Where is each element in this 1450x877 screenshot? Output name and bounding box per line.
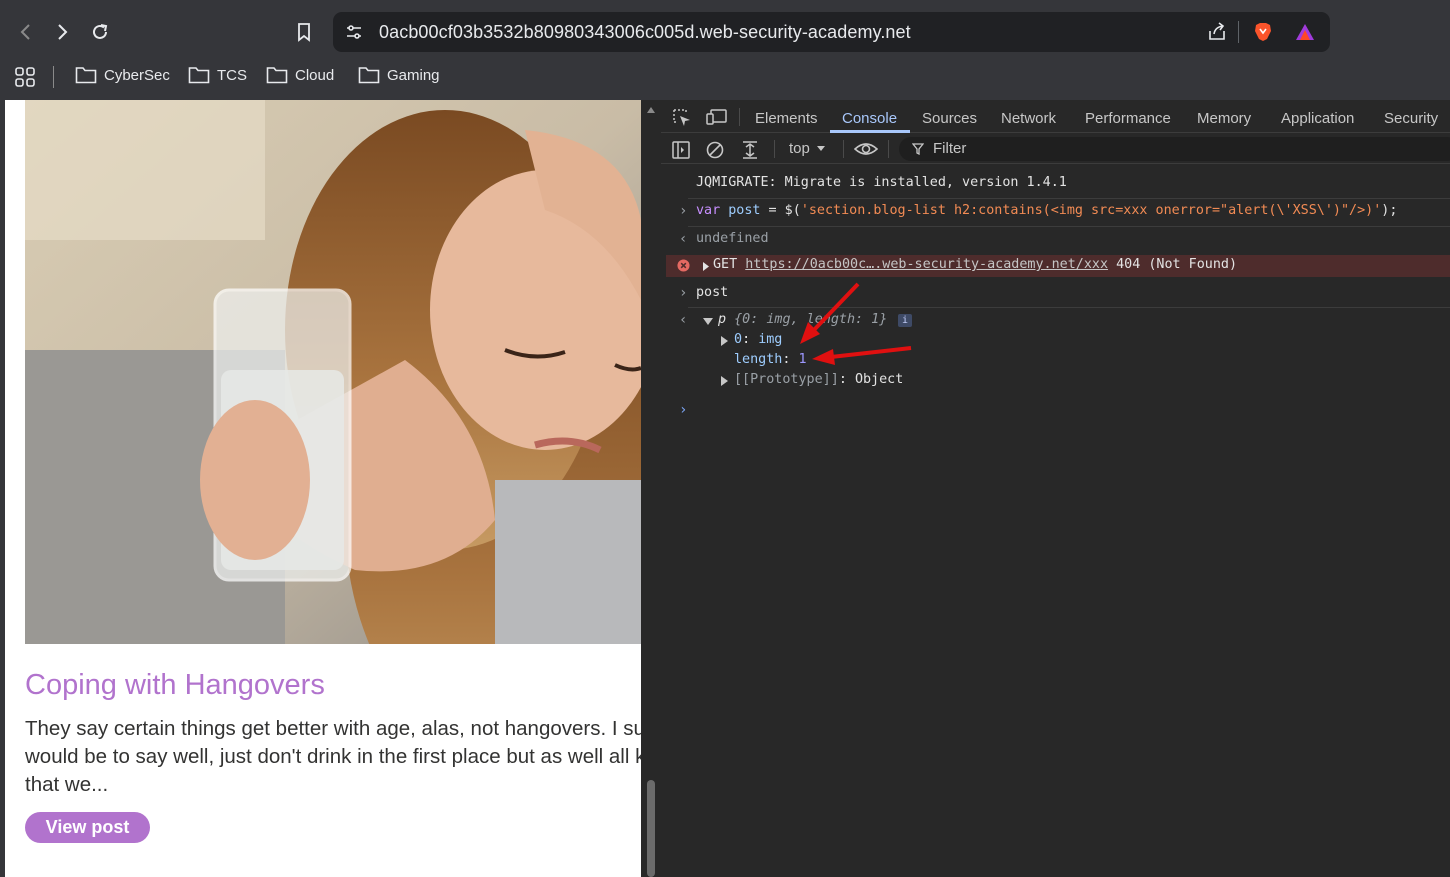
folder-icon bbox=[266, 67, 288, 84]
bookmark-label: TCS bbox=[217, 66, 247, 84]
apps-grid-icon bbox=[15, 67, 35, 87]
post-summary-line: They say certain things get better with … bbox=[25, 717, 641, 740]
scrollbar-thumb[interactable] bbox=[647, 780, 655, 877]
forward-button[interactable] bbox=[48, 18, 76, 46]
post-image bbox=[25, 100, 641, 644]
chevron-left-icon bbox=[20, 24, 30, 40]
share-icon bbox=[1209, 22, 1225, 40]
bookmark-label: Gaming bbox=[387, 66, 440, 84]
folder-icon bbox=[75, 67, 97, 84]
post-summary-line: that we... bbox=[25, 773, 109, 796]
bookmark-label: Cloud bbox=[295, 66, 335, 84]
url-text: 0acb00cf03b3532b80980343006c005d.web-sec… bbox=[379, 22, 911, 42]
scroll-up-arrow-icon bbox=[647, 107, 655, 113]
view-post-button[interactable]: View post bbox=[25, 812, 150, 843]
folder-icon bbox=[358, 67, 380, 84]
bookmark-folder-gaming[interactable]: Gaming bbox=[358, 66, 440, 84]
browser-toolbar: 0acb00cf03b3532b80980343006c005d.web-sec… bbox=[0, 0, 1450, 58]
bookmark-label: CyberSec bbox=[104, 66, 170, 84]
brave-shield-icon bbox=[1255, 23, 1271, 41]
bookmarks-bar: CyberSec TCS Cloud Gaming bbox=[0, 58, 1450, 96]
bookmark-icon bbox=[298, 23, 310, 42]
bookmark-folder-tcs[interactable]: TCS bbox=[188, 66, 247, 84]
back-button[interactable] bbox=[12, 18, 40, 46]
bookmark-button[interactable] bbox=[290, 18, 318, 46]
folder-icon bbox=[188, 67, 210, 84]
post-title[interactable]: Coping with Hangovers bbox=[25, 669, 325, 702]
woman-with-water-glass-image bbox=[25, 100, 641, 644]
page-scrollbar[interactable] bbox=[641, 100, 661, 877]
chevron-right-icon bbox=[58, 24, 68, 40]
brave-rewards-icon bbox=[1296, 24, 1314, 40]
post-summary: They say certain things get better with … bbox=[25, 715, 641, 799]
reload-icon bbox=[93, 24, 108, 39]
devtools-panel: Elements Console Sources Network Perform… bbox=[661, 100, 1450, 877]
reload-button[interactable] bbox=[86, 18, 114, 46]
web-page: Coping with Hangovers They say certain t… bbox=[5, 100, 641, 877]
address-bar[interactable]: 0acb00cf03b3532b80980343006c005d.web-sec… bbox=[333, 12, 1330, 52]
bookmark-folder-cybersec[interactable]: CyberSec bbox=[75, 66, 170, 84]
annotation-arrows bbox=[800, 282, 912, 365]
site-settings-icon bbox=[347, 25, 361, 39]
post-summary-line: would be to say well, just don't drink i… bbox=[25, 745, 641, 768]
bookmark-folder-cloud[interactable]: Cloud bbox=[266, 66, 334, 84]
